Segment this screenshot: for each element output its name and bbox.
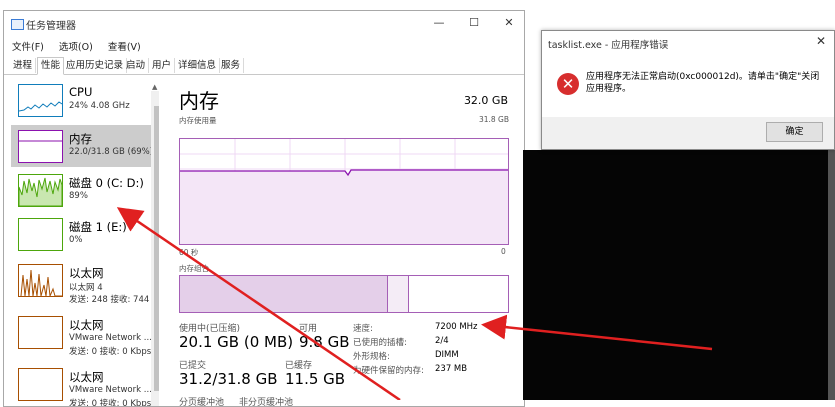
- annotation-arrows: [116, 207, 713, 400]
- arrow-to-speed: [481, 314, 713, 351]
- arrow-to-disk: [116, 207, 401, 400]
